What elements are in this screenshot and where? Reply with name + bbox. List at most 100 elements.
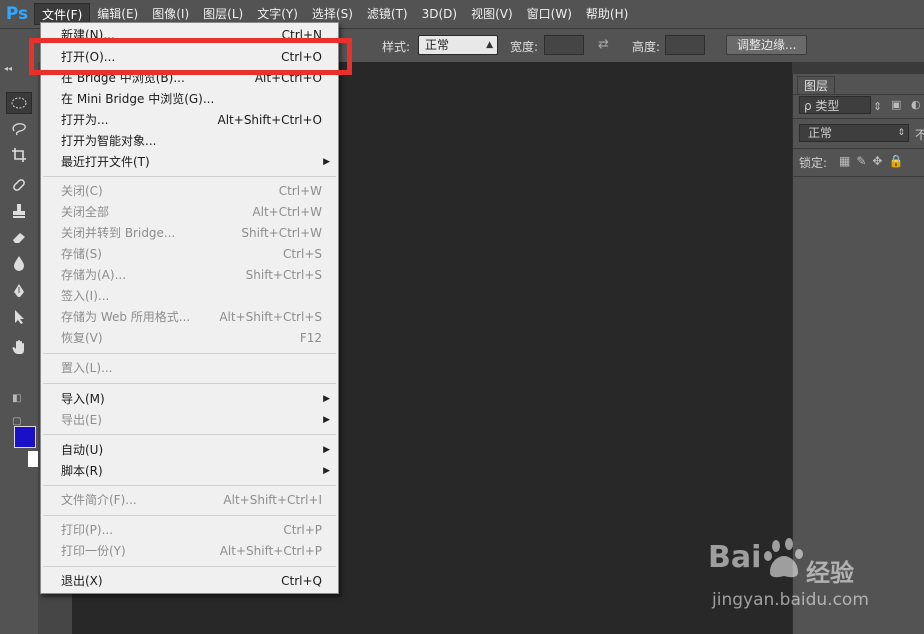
lock-label: 锁定:	[799, 156, 828, 170]
width-input[interactable]	[544, 35, 584, 55]
lasso-icon[interactable]	[6, 118, 32, 140]
menu-item-open-smart-object[interactable]: 打开为智能对象...	[41, 131, 338, 152]
style-value: 正常	[425, 38, 450, 52]
submenu-arrow-icon: ▶	[323, 394, 330, 404]
menu-item-label: 打开为...	[61, 113, 109, 127]
height-input[interactable]	[665, 35, 705, 55]
stamp-icon[interactable]	[6, 200, 32, 222]
menu-item-scripts[interactable]: 脚本(R) ▶	[41, 461, 338, 482]
menu-item-label: 关闭全部	[61, 205, 110, 219]
menu-item-automate[interactable]: 自动(U) ▶	[41, 440, 338, 461]
menu-item-check-in[interactable]: 签入(I)...	[41, 286, 338, 307]
adjustment-filter-icon[interactable]: ◐	[911, 98, 921, 111]
style-select[interactable]: 正常 ▲	[418, 35, 498, 55]
layers-panel-divider	[793, 148, 924, 149]
menu-item-save[interactable]: 存储(S) Ctrl+S	[41, 244, 338, 265]
quick-mask-icon[interactable]: ▢	[12, 416, 21, 427]
menu-item-label: 打印(P)...	[61, 523, 114, 537]
menu-item-close-all[interactable]: 关闭全部 Alt+Ctrl+W	[41, 202, 338, 223]
menu-item-label: 关闭(C)	[61, 184, 103, 198]
collapse-icon[interactable]: ◂◂	[4, 64, 12, 73]
image-filter-icon[interactable]: ▣	[891, 98, 901, 111]
watermark-url: jingyan.baidu.com	[712, 590, 869, 610]
menu-item-recent-files[interactable]: 最近打开文件(T) ▶	[41, 152, 338, 173]
selection-arrow-icon[interactable]	[6, 306, 32, 328]
menu-item-import[interactable]: 导入(M) ▶	[41, 389, 338, 410]
menu-item-shortcut: Alt+Ctrl+W	[252, 205, 322, 219]
watermark-brand-suffix: 经验	[806, 559, 854, 587]
menu-item-open-as[interactable]: 打开为... Alt+Shift+Ctrl+O	[41, 110, 338, 131]
menu-item-label: 文件简介(F)...	[61, 493, 137, 507]
menu-item-exit[interactable]: 退出(X) Ctrl+Q	[41, 571, 338, 592]
menu-item-label: 最近打开文件(T)	[61, 155, 150, 169]
menu-item-shortcut: Alt+Shift+Ctrl+I	[223, 493, 322, 507]
menu-item-shortcut: Ctrl+S	[282, 247, 322, 261]
refine-edge-button[interactable]: 调整边缘...	[726, 35, 808, 55]
menu-item-export[interactable]: 导出(E) ▶	[41, 410, 338, 431]
blend-mode-select[interactable]: 正常 ⇕	[799, 124, 909, 142]
hand-icon[interactable]	[6, 336, 32, 358]
menu-item-shortcut: Alt+Shift+Ctrl+P	[219, 544, 322, 558]
marquee-icon[interactable]	[6, 92, 32, 114]
menu-item-shortcut: F12	[299, 331, 322, 345]
layers-tab[interactable]: 图层	[797, 76, 836, 95]
menu-item-shortcut: Alt+Shift+Ctrl+O	[217, 113, 322, 127]
layer-filter-select[interactable]: ρ 类型	[799, 96, 871, 114]
menu-window[interactable]: 窗口(W)	[520, 3, 579, 25]
baidu-paw-logo	[764, 538, 803, 578]
foreground-color-swatch[interactable]	[14, 426, 36, 448]
healing-icon[interactable]	[6, 174, 32, 196]
watermark-brand: Bai	[708, 540, 762, 575]
menu-item-label: 自动(U)	[61, 443, 104, 457]
tools-panel: ◂◂ ◧ ▢	[0, 62, 39, 634]
menu-help[interactable]: 帮助(H)	[579, 3, 635, 25]
menu-item-print[interactable]: 打印(P)... Ctrl+P	[41, 520, 338, 541]
blur-icon[interactable]	[6, 252, 32, 274]
menu-item-close-go-bridge[interactable]: 关闭并转到 Bridge... Shift+Ctrl+W	[41, 223, 338, 244]
menu-item-label: 脚本(R)	[61, 464, 103, 478]
highlight-box	[29, 38, 352, 75]
menu-item-print-one-copy[interactable]: 打印一份(Y) Alt+Shift+Ctrl+P	[41, 541, 338, 562]
menu-item-save-as[interactable]: 存储为(A)... Shift+Ctrl+S	[41, 265, 338, 286]
menu-separator	[43, 434, 336, 435]
menu-item-shortcut: Shift+Ctrl+W	[241, 226, 322, 240]
menu-item-label: 恢复(V)	[61, 331, 103, 345]
menu-separator	[43, 383, 336, 384]
menu-separator	[43, 353, 336, 354]
opacity-label: 不	[915, 128, 924, 142]
menu-item-label: 导入(M)	[61, 392, 105, 406]
updown-arrow-icon: ⇕	[897, 128, 905, 138]
menu-item-shortcut: Ctrl+W	[278, 184, 322, 198]
pen-icon[interactable]	[6, 280, 32, 302]
crop-icon[interactable]	[6, 144, 32, 166]
menu-separator	[43, 566, 336, 567]
layers-panel: 图层 ρ 类型 ⇕ ▣ ◐ 正常 ⇕ 不 锁定: ▦✎✥🔒	[792, 74, 924, 634]
eraser-icon[interactable]	[6, 226, 32, 248]
menu-item-file-info[interactable]: 文件简介(F)... Alt+Shift+Ctrl+I	[41, 490, 338, 511]
menu-separator	[43, 176, 336, 177]
menu-item-label: 退出(X)	[61, 574, 103, 588]
swap-icon[interactable]: ⇄	[598, 37, 609, 52]
menu-item-label: 存储(S)	[61, 247, 102, 261]
menu-item-label: 存储为(A)...	[61, 268, 127, 282]
lock-options-icons[interactable]: ▦✎✥🔒	[839, 154, 909, 168]
menu-separator	[43, 485, 336, 486]
menu-item-close[interactable]: 关闭(C) Ctrl+W	[41, 181, 338, 202]
layers-panel-divider	[793, 118, 924, 119]
menu-item-label: 签入(I)...	[61, 289, 110, 303]
file-menu-dropdown: 新建(N)... Ctrl+N 打开(O)... Ctrl+O 在 Bridge…	[40, 22, 339, 594]
updown-arrow-icon: ▲	[486, 40, 493, 50]
background-color-swatch[interactable]	[28, 451, 38, 467]
menu-item-shortcut: Shift+Ctrl+S	[245, 268, 322, 282]
default-colors-icon[interactable]: ◧	[12, 393, 21, 404]
menu-filter[interactable]: 滤镜(T)	[360, 3, 415, 25]
menu-item-browse-mini-bridge[interactable]: 在 Mini Bridge 中浏览(G)...	[41, 89, 338, 110]
menu-view[interactable]: 视图(V)	[464, 3, 520, 25]
updown-arrow-icon: ⇕	[873, 100, 883, 113]
submenu-arrow-icon: ▶	[323, 157, 330, 167]
photoshop-logo: Ps	[5, 4, 29, 24]
menu-item-place[interactable]: 置入(L)...	[41, 358, 338, 379]
menu-item-revert[interactable]: 恢复(V) F12	[41, 328, 338, 349]
menu-item-save-for-web[interactable]: 存储为 Web 所用格式... Alt+Shift+Ctrl+S	[41, 307, 338, 328]
menu-3d[interactable]: 3D(D)	[415, 3, 464, 25]
